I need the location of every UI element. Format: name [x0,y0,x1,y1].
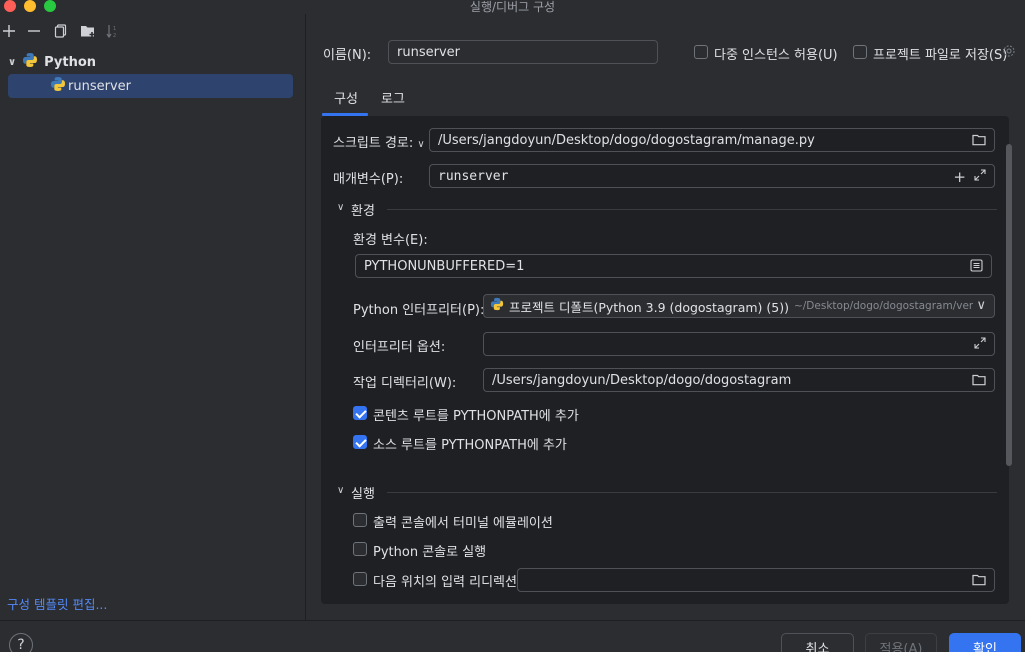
add-content-roots-checkbox[interactable] [353,406,367,420]
interpreter-options-input[interactable] [483,332,995,356]
apply-button[interactable]: 적용(A) [865,633,937,652]
remove-icon[interactable] [27,24,41,38]
svg-text:1: 1 [113,26,116,32]
folder-icon[interactable] [972,373,986,391]
redirect-input-checkbox[interactable] [353,572,367,586]
params-label: 매개변수(P): [333,172,404,187]
tree-group-label: Python [44,54,97,70]
chevron-down-icon[interactable]: ∨ [8,57,16,68]
window-title: 실행/디버그 구성 [469,0,556,14]
cancel-button[interactable]: 취소 [781,633,854,652]
name-input[interactable]: runserver [388,40,658,64]
tree-item-runserver[interactable]: runserver [8,74,293,98]
folder-add-icon[interactable] [80,24,96,38]
expand-icon[interactable] [974,337,986,353]
python-run-icon [50,76,66,96]
allow-multiple-checkbox[interactable] [694,45,708,59]
name-label: 이름(N): [323,48,372,63]
redirect-input-label: 다음 위치의 입력 리디렉션: [373,575,522,590]
ok-button[interactable]: 확인 [949,633,1021,652]
env-section-title[interactable]: 환경 [351,200,375,219]
configuration-editor: 이름(N): runserver 다중 인스턴스 허용(U) 프로젝트 파일로 … [307,14,1025,620]
copy-icon[interactable] [54,24,68,38]
emulate-terminal-label: 출력 콘솔에서 터미널 에뮬레이션 [373,516,553,531]
dialog-footer: ? 취소 적용(A) 확인 [0,620,1025,652]
tab-logs[interactable]: 로그 [381,88,405,107]
chevron-down-icon[interactable]: ∨ [417,139,424,150]
chevron-down-icon[interactable]: ∨ [337,485,344,496]
interpreter-label: Python 인터프리터(P): [353,303,485,318]
script-path-input[interactable]: /Users/jangdoyun/Desktop/dogo/dogostagra… [429,128,995,152]
add-content-roots-label: 콘텐츠 루트를 PYTHONPATH에 추가 [373,409,579,424]
add-source-roots-checkbox[interactable] [353,435,367,449]
svg-text:2: 2 [113,33,116,38]
section-divider [387,209,997,210]
gear-icon[interactable] [1002,44,1016,62]
store-project-file-checkbox[interactable] [853,45,867,59]
workdir-label: 작업 디렉터리(W): [353,376,457,391]
add-icon[interactable] [2,24,16,38]
run-section-title[interactable]: 실행 [351,483,375,502]
emulate-terminal-checkbox[interactable] [353,513,367,527]
env-vars-input[interactable]: PYTHONUNBUFFERED=1 [355,254,992,278]
script-path-label[interactable]: 스크립트 경로: ∨ [333,132,425,151]
help-button[interactable]: ? [9,633,33,652]
run-with-console-label: Python 콘솔로 실행 [373,545,487,560]
redirect-input-field[interactable] [517,568,995,592]
sort-icon[interactable]: 12 [106,24,120,38]
chevron-down-icon[interactable]: ∨ [973,298,986,313]
folder-icon[interactable] [972,133,986,151]
add-source-roots-label: 소스 루트를 PYTHONPATH에 추가 [373,438,567,453]
expand-icon[interactable] [974,169,986,185]
run-with-console-checkbox[interactable] [353,542,367,556]
allow-multiple-label: 다중 인스턴스 허용(U) [714,48,838,63]
edit-templates-link[interactable]: 구성 템플릿 편집... [7,594,107,613]
python-icon [22,52,38,72]
section-divider [387,492,997,493]
list-icon[interactable] [970,259,983,276]
chevron-down-icon[interactable]: ∨ [337,202,344,213]
tree-item-label: runserver [68,78,131,94]
interpreter-select[interactable]: 프로젝트 디폴트(Python 3.9 (dogostagram) (5)) ~… [483,294,995,318]
configuration-form: 스크립트 경로: ∨ /Users/jangdoyun/Desktop/dogo… [321,116,1009,604]
params-input[interactable]: runserver + [429,164,995,188]
python-icon [490,297,504,315]
scrollbar[interactable] [1006,144,1012,466]
store-project-file-label: 프로젝트 파일로 저장(S) [873,48,1008,63]
title-bar: 실행/디버그 구성 [0,0,1025,14]
interpreter-options-label: 인터프리터 옵션: [353,340,446,355]
env-vars-label: 환경 변수(E): [353,233,428,248]
tab-configuration[interactable]: 구성 [334,88,358,107]
tree-group-python[interactable]: ∨ Python [8,52,96,72]
folder-icon[interactable] [972,573,986,591]
add-icon[interactable]: + [953,168,966,186]
workdir-input[interactable]: /Users/jangdoyun/Desktop/dogo/dogostagra… [483,368,995,392]
configuration-tree-panel: 12 ∨ Python runserver 구성 템플릿 편집... [0,14,306,620]
